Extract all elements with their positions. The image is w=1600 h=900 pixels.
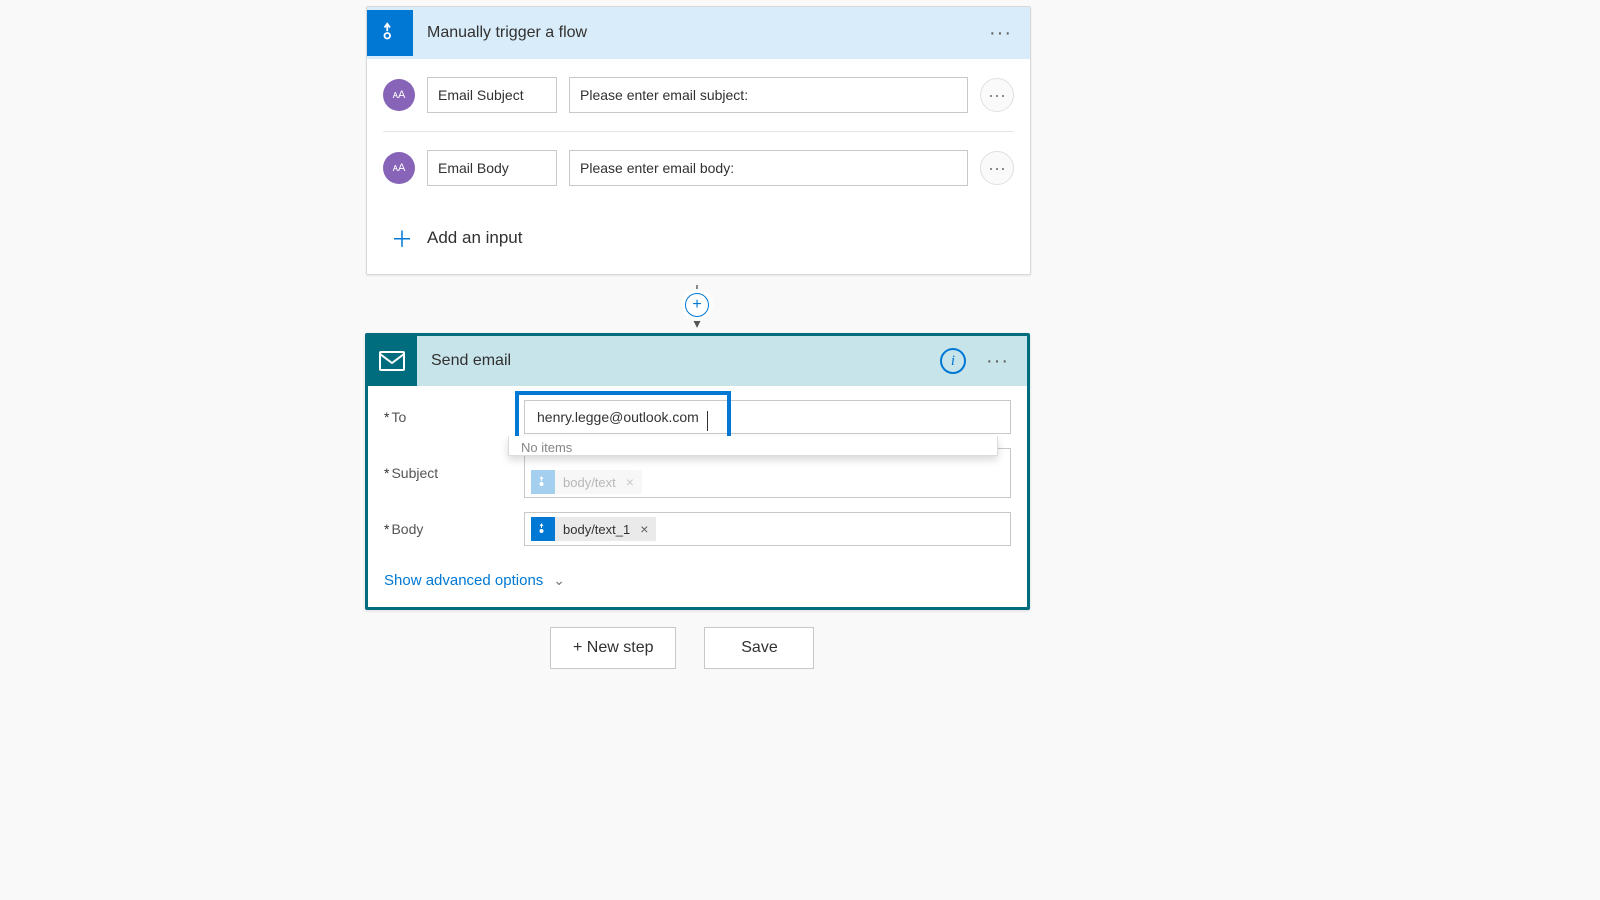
advanced-label: Show advanced options — [384, 572, 543, 589]
to-value: henry.legge@outlook.com — [531, 409, 699, 425]
email-body-area: *To henry.legge@outlook.com No items *Su… — [368, 386, 1027, 564]
subject-label: *Subject — [384, 465, 524, 481]
trigger-input-row: ᴀA ··· — [383, 59, 1014, 132]
body-label: *Body — [384, 521, 524, 537]
show-advanced-options[interactable]: Show advanced options ⌄ — [368, 564, 1027, 607]
token-label: body/text — [563, 475, 616, 490]
input-name-field[interactable] — [427, 150, 557, 186]
trigger-input-row: ᴀA ··· — [383, 132, 1014, 204]
email-menu-icon[interactable]: ··· — [980, 346, 1015, 377]
body-input[interactable]: body/text_1 × — [524, 512, 1011, 546]
token-remove-icon[interactable]: × — [640, 521, 648, 537]
email-title: Send email — [431, 352, 511, 370]
input-prompt-field[interactable] — [569, 150, 968, 186]
to-input[interactable]: henry.legge@outlook.com — [524, 400, 1011, 434]
connector: + ▾ — [690, 285, 704, 333]
dropdown-text: No items — [521, 440, 572, 455]
body-token[interactable]: body/text_1 × — [531, 517, 656, 541]
add-input-button[interactable]: ＋ Add an input — [367, 204, 1030, 274]
token-icon — [531, 470, 555, 494]
token-icon — [531, 517, 555, 541]
trigger-header[interactable]: Manually trigger a flow ··· — [367, 7, 1030, 59]
email-header[interactable]: Send email i ··· — [368, 336, 1027, 386]
to-row: *To henry.legge@outlook.com — [384, 400, 1011, 434]
input-menu-button[interactable]: ··· — [980, 78, 1014, 112]
trigger-card: Manually trigger a flow ··· ᴀA ··· ᴀA ··… — [366, 6, 1031, 275]
trigger-inputs: ᴀA ··· ᴀA ··· — [367, 59, 1030, 204]
suggestion-dropdown[interactable]: No items — [508, 436, 998, 456]
trigger-menu-icon[interactable]: ··· — [983, 18, 1018, 49]
input-name-field[interactable] — [427, 77, 557, 113]
input-prompt-field[interactable] — [569, 77, 968, 113]
token-remove-icon[interactable]: × — [626, 474, 634, 490]
info-icon[interactable]: i — [940, 348, 966, 374]
text-type-icon: ᴀA — [383, 152, 415, 184]
subject-token[interactable]: body/text × — [531, 470, 642, 494]
text-caret-icon — [707, 411, 708, 431]
input-menu-button[interactable]: ··· — [980, 151, 1014, 185]
new-step-button[interactable]: + New step — [550, 627, 676, 669]
chevron-down-icon: ⌄ — [553, 572, 565, 589]
bottom-button-bar: + New step Save — [550, 627, 814, 669]
trigger-icon — [367, 10, 413, 56]
body-row: *Body body/text_1 × — [384, 512, 1011, 546]
insert-step-button[interactable]: + — [685, 293, 709, 317]
mail-icon — [367, 336, 417, 386]
save-button[interactable]: Save — [704, 627, 814, 669]
to-label: *To — [384, 409, 524, 425]
trigger-title: Manually trigger a flow — [427, 24, 587, 42]
send-email-card: Send email i ··· *To henry.legge@outlook… — [365, 333, 1030, 610]
arrow-down-icon: ▾ — [693, 315, 700, 332]
plus-icon: ＋ — [391, 222, 413, 254]
add-input-label: Add an input — [427, 228, 522, 248]
text-type-icon: ᴀA — [383, 79, 415, 111]
token-label: body/text_1 — [563, 522, 630, 537]
